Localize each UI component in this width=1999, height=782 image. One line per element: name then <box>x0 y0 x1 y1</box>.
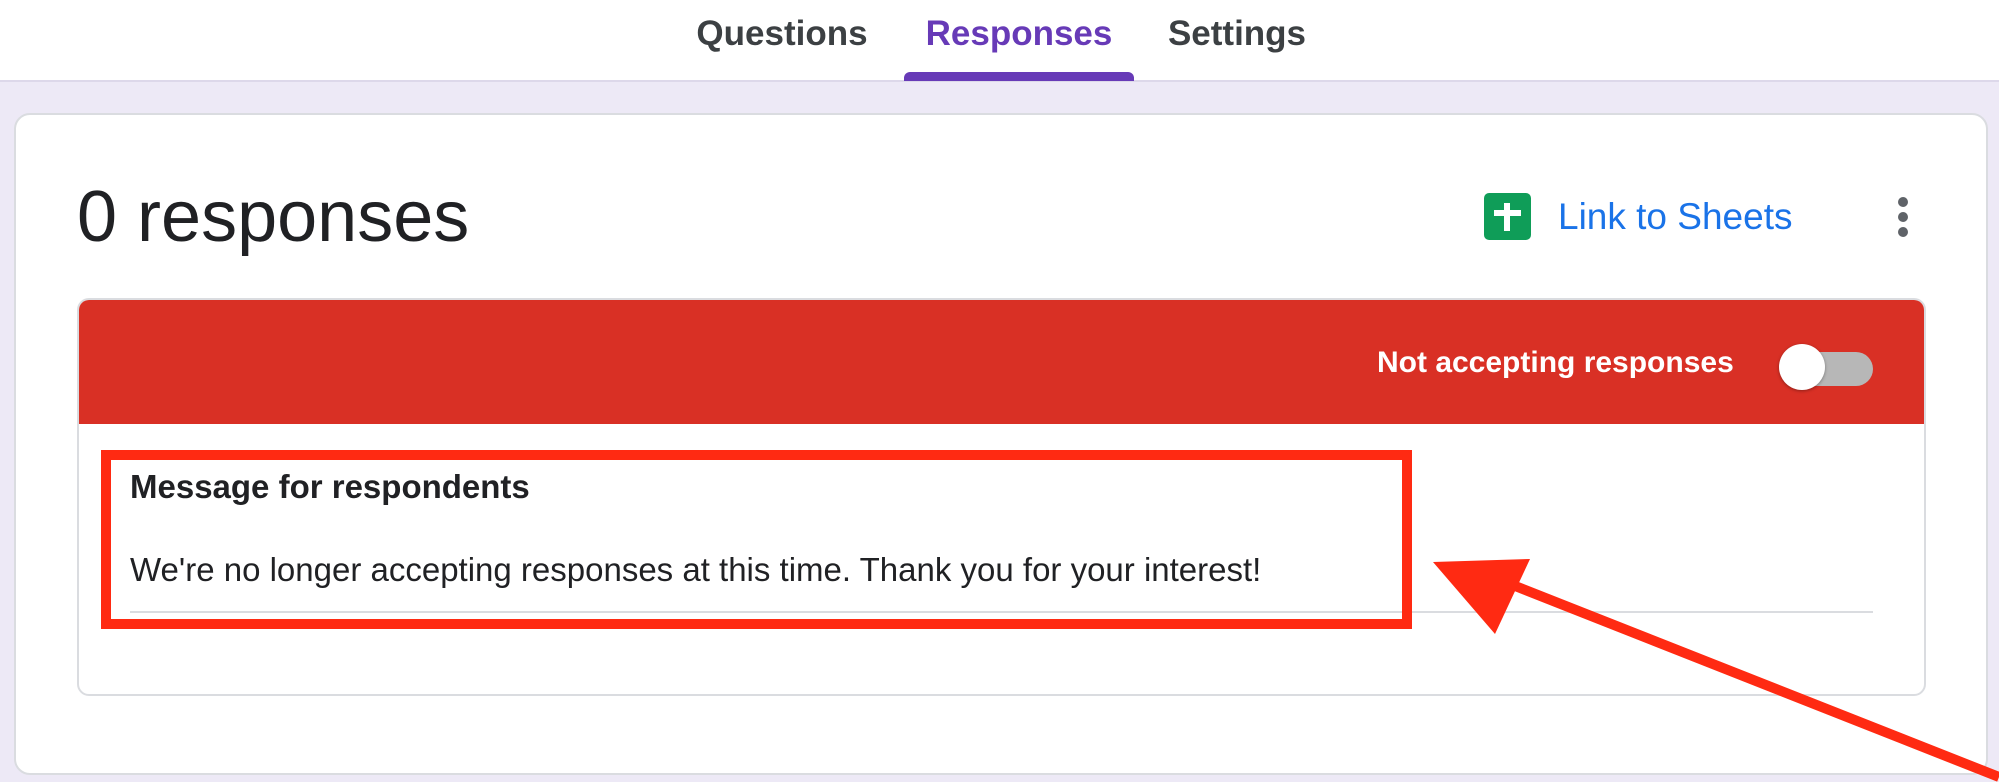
more-options-icon[interactable] <box>1888 187 1918 247</box>
tab-responses[interactable]: Responses <box>904 0 1134 80</box>
accepting-status-label: Not accepting responses <box>1377 346 1734 379</box>
tab-settings[interactable]: Settings <box>1164 0 1310 80</box>
tab-settings-label: Settings <box>1167 14 1307 53</box>
annotation-arrow-icon <box>1433 559 1999 782</box>
tab-responses-label: Responses <box>925 14 1113 53</box>
sheets-icon[interactable] <box>1484 193 1531 240</box>
link-to-sheets-button[interactable]: Link to Sheets <box>1558 193 1792 240</box>
responses-count-title: 0 responses <box>77 177 470 257</box>
accepting-responses-toggle[interactable] <box>1779 342 1879 390</box>
tab-questions[interactable]: Questions <box>690 0 874 80</box>
tab-questions-label: Questions <box>696 14 868 53</box>
active-tab-indicator <box>904 72 1134 81</box>
tab-bar: Questions Responses Settings <box>0 0 1999 82</box>
annotation-highlight-box <box>101 450 1412 629</box>
toggle-knob <box>1779 344 1825 390</box>
status-header: Not accepting responses <box>79 300 1924 424</box>
